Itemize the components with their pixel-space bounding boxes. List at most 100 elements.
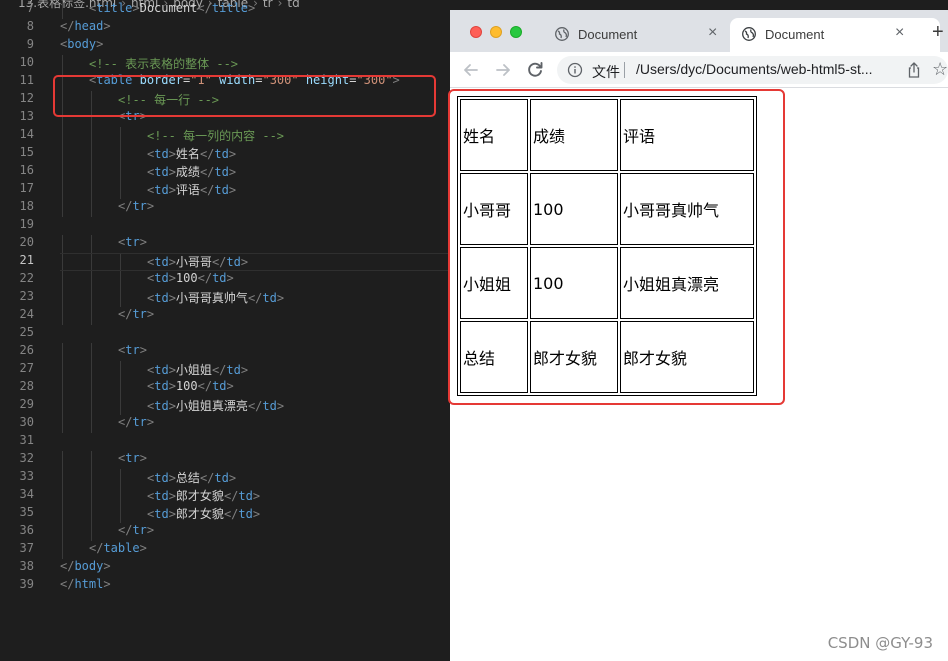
code-token: </ xyxy=(60,19,75,33)
indent-guide xyxy=(62,523,63,541)
code-text: </tr> xyxy=(118,307,154,321)
indent-guide xyxy=(62,487,63,505)
indent-guide xyxy=(91,307,92,325)
maximize-window-button[interactable] xyxy=(510,26,522,38)
code-line[interactable]: 23 <td>小哥哥真帅气</td> xyxy=(0,289,450,307)
code-line[interactable]: 31 xyxy=(0,433,450,451)
indent-guide xyxy=(91,451,92,469)
code-line[interactable]: 21 <td>小哥哥</td> xyxy=(0,253,450,271)
code-text: <td>小哥哥真帅气</td> xyxy=(147,289,284,306)
code-token: > xyxy=(146,415,155,429)
code-line[interactable]: 37 </table> xyxy=(0,541,450,559)
address-bar[interactable]: 文件 /Users/dyc/Documents/web-html5-st... … xyxy=(557,56,948,84)
new-tab-button[interactable]: + xyxy=(932,21,944,44)
line-number: 14 xyxy=(19,127,34,141)
code-token: > xyxy=(168,271,176,285)
code-token: td xyxy=(214,471,229,485)
code-text: <tr> xyxy=(118,451,147,465)
indent-guide xyxy=(120,397,121,415)
line-number: 29 xyxy=(19,397,34,411)
line-number: 35 xyxy=(19,505,34,519)
code-token: </ xyxy=(197,379,213,393)
info-icon[interactable] xyxy=(567,62,583,78)
code-token: > xyxy=(168,363,176,377)
indent-guide xyxy=(62,1,63,19)
indent-guide xyxy=(62,127,63,145)
code-line[interactable]: 34 <td>郎才女貌</td> xyxy=(0,487,450,505)
line-number: 11 xyxy=(19,73,34,87)
code-token: td xyxy=(154,379,169,393)
code-text: </table> xyxy=(89,541,147,555)
code-token: 郎才女貌 xyxy=(175,489,224,503)
code-line[interactable]: 7 <title>Document</title> xyxy=(0,1,450,19)
code-line[interactable]: 19 xyxy=(0,217,450,235)
back-arrow-icon[interactable] xyxy=(460,59,482,81)
line-number: 23 xyxy=(19,289,34,303)
code-line[interactable]: 22 <td>100</td> xyxy=(0,271,450,289)
code-token: </ xyxy=(118,307,133,321)
line-number: 31 xyxy=(19,433,34,447)
code-line[interactable]: 15 <td>姓名</td> xyxy=(0,145,450,163)
code-token: title xyxy=(211,1,248,15)
line-number: 20 xyxy=(19,235,34,249)
code-token: 姓名 xyxy=(175,147,200,161)
code-line[interactable]: 9 <body> xyxy=(0,37,450,55)
tab-document-1[interactable]: Document × xyxy=(555,18,720,52)
indent-guide xyxy=(62,307,63,325)
indent-guide xyxy=(91,163,92,181)
code-token: </ xyxy=(199,471,215,485)
forward-arrow-icon[interactable] xyxy=(492,59,514,81)
code-line[interactable]: 36 </tr> xyxy=(0,523,450,541)
code-text: </tr> xyxy=(118,199,154,213)
indent-guide xyxy=(91,271,92,289)
line-number: 24 xyxy=(19,307,34,321)
code-token: </ xyxy=(247,399,263,413)
code-line[interactable]: 30 </tr> xyxy=(0,415,450,433)
code-token: td xyxy=(154,507,169,521)
code-line[interactable]: 27 <td>小姐姐</td> xyxy=(0,361,450,379)
code-line[interactable]: 18 </tr> xyxy=(0,199,450,217)
indent-guide xyxy=(120,145,121,163)
code-line[interactable]: 10 <!-- 表示表格的整体 --> xyxy=(0,55,450,73)
url-text[interactable]: /Users/dyc/Documents/web-html5-st... xyxy=(636,61,872,77)
code-line[interactable]: 28 <td>100</td> xyxy=(0,379,450,397)
code-text: </html> xyxy=(60,577,111,591)
code-line[interactable]: 35 <td>郎才女貌</td> xyxy=(0,505,450,523)
code-editor[interactable]: 13.表格标签.html › html › body › table › tr › td 7 <tit… xyxy=(0,0,450,661)
code-line[interactable]: 20 <tr> xyxy=(0,235,450,253)
code-line[interactable]: 29 <td>小姐姐真漂亮</td> xyxy=(0,397,450,415)
code-line[interactable]: 14 <!-- 每一列的内容 --> xyxy=(0,127,450,145)
close-window-button[interactable] xyxy=(470,26,482,38)
minimize-window-button[interactable] xyxy=(490,26,502,38)
code-token: 100 xyxy=(175,271,198,285)
code-line[interactable]: 24 </tr> xyxy=(0,307,450,325)
code-line[interactable]: 26 <tr> xyxy=(0,343,450,361)
code-line[interactable]: 38 </body> xyxy=(0,559,450,577)
code-token: > xyxy=(240,363,249,377)
code-line[interactable]: 39 </html> xyxy=(0,577,450,595)
code-line[interactable]: 8 </head> xyxy=(0,19,450,37)
code-line[interactable]: 32 <tr> xyxy=(0,451,450,469)
code-line[interactable]: 16 <td>成绩</td> xyxy=(0,163,450,181)
indent-guide xyxy=(62,397,63,415)
line-number: 10 xyxy=(19,55,34,69)
line-number: 13 xyxy=(19,109,34,123)
code-token: 成绩 xyxy=(175,165,200,179)
close-icon[interactable]: × xyxy=(708,24,717,42)
code-line[interactable]: 33 <td>总结</td> xyxy=(0,469,450,487)
reload-icon[interactable] xyxy=(524,59,546,81)
code-token: > xyxy=(132,1,140,15)
code-token: tr xyxy=(125,235,140,249)
close-icon[interactable]: × xyxy=(895,24,904,42)
code-text: <td>评语</td> xyxy=(147,181,236,198)
code-token: > xyxy=(103,577,111,591)
indent-guide xyxy=(62,343,63,361)
tab-document-2-active[interactable]: Document × xyxy=(730,18,940,52)
code-token: td xyxy=(262,291,277,305)
code-token: > xyxy=(226,271,234,285)
share-icon[interactable] xyxy=(906,61,922,79)
code-line[interactable]: 25 xyxy=(0,325,450,343)
bookmark-star-icon[interactable]: ☆ xyxy=(932,59,948,80)
indent-guide xyxy=(120,487,121,505)
code-line[interactable]: 17 <td>评语</td> xyxy=(0,181,450,199)
